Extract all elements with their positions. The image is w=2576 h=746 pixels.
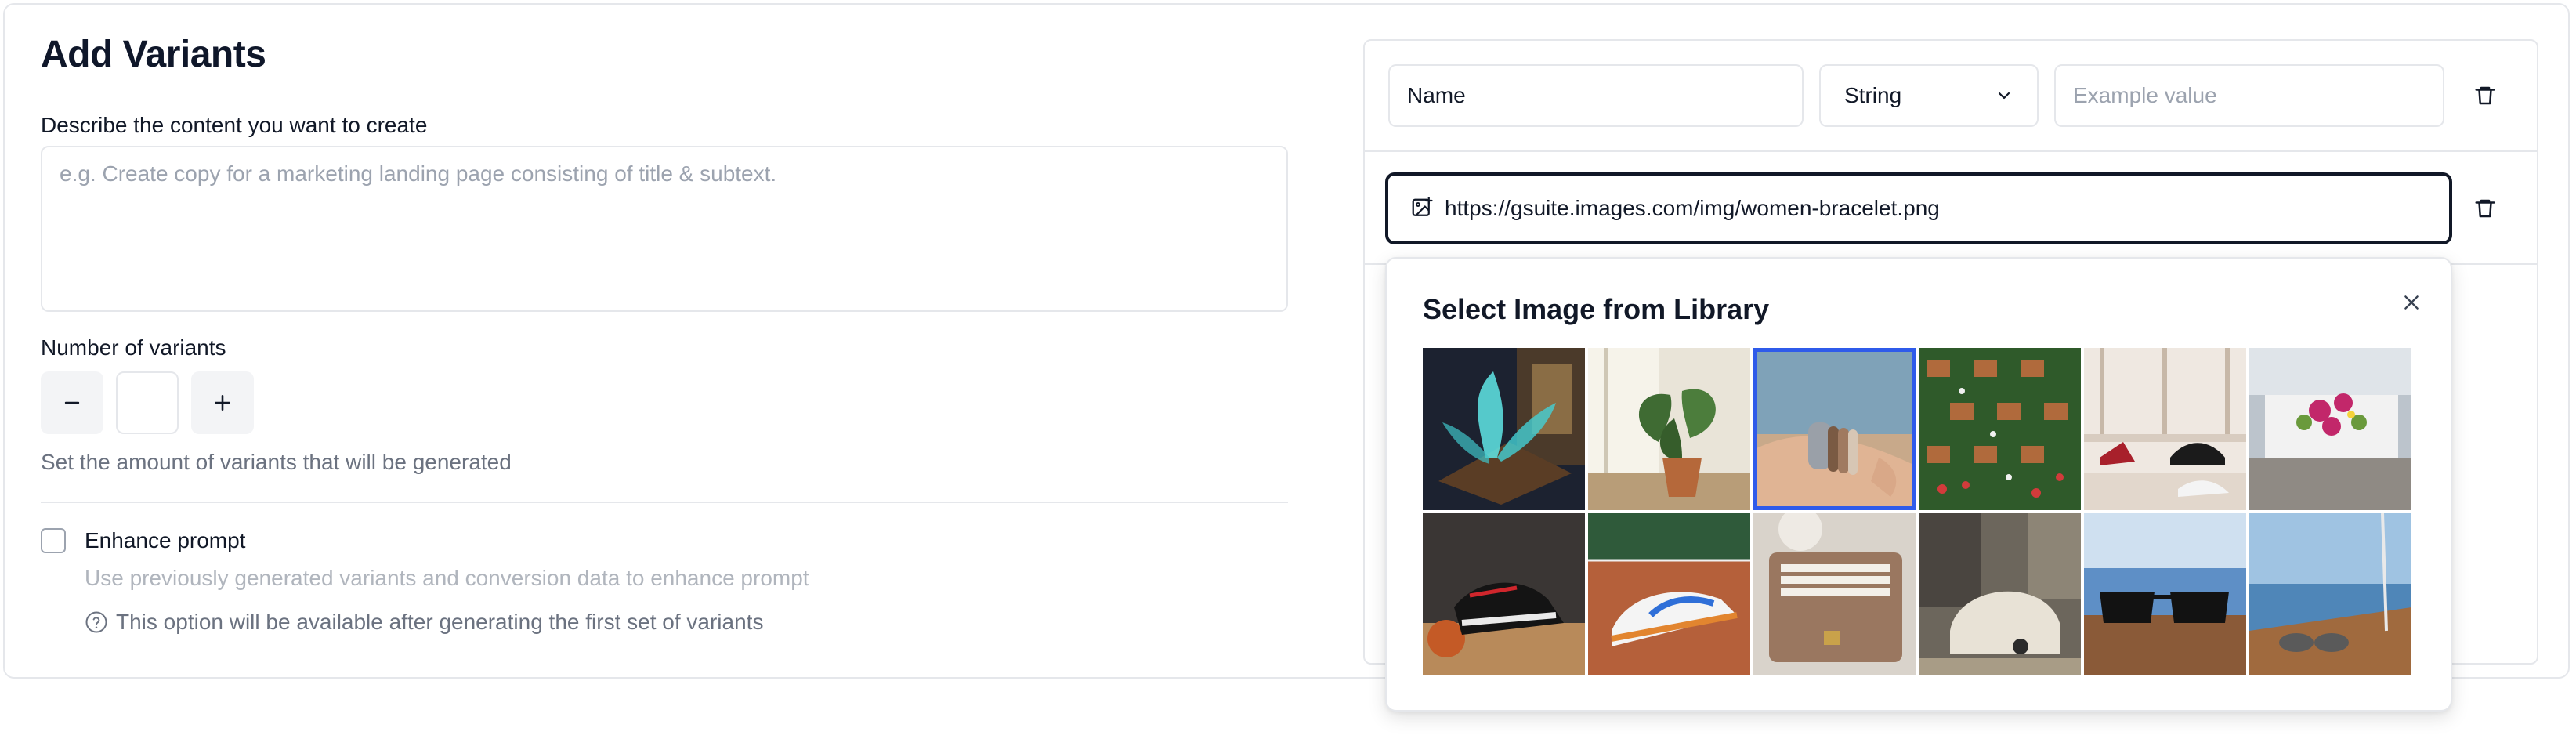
enhance-description: Use previously generated variants and co…: [85, 566, 809, 590]
library-image-bracelet[interactable]: [1753, 348, 1916, 510]
image-grid: [1423, 348, 2411, 675]
increment-button[interactable]: [191, 371, 254, 434]
variants-label: Number of variants: [41, 335, 226, 360]
variants-helper: Set the amount of variants that will be …: [41, 450, 512, 474]
variable-type-select[interactable]: String: [1819, 64, 2039, 127]
library-image-monstera[interactable]: [1588, 348, 1750, 510]
variants-count-input[interactable]: [116, 371, 179, 434]
describe-label: Describe the content you want to create: [41, 113, 428, 137]
library-image-flower-wall[interactable]: [1919, 348, 2081, 510]
page-title: Add Variants: [41, 34, 266, 75]
image-plus-icon: [1412, 197, 1433, 216]
variable-name-input[interactable]: Name: [1388, 64, 1804, 127]
describe-placeholder: e.g. Create copy for a marketing landing…: [60, 161, 777, 186]
enhance-checkbox[interactable]: [41, 528, 66, 553]
row-divider: [1365, 150, 2537, 152]
plus-icon: [215, 395, 230, 411]
image-library-title: Select Image from Library: [1423, 293, 1770, 325]
example-value-input[interactable]: Example value: [2054, 64, 2444, 127]
delete-image-row-button[interactable]: [2468, 191, 2502, 226]
delete-row-button[interactable]: [2468, 78, 2502, 113]
describe-textarea[interactable]: e.g. Create copy for a marketing landing…: [41, 146, 1288, 312]
decrement-button[interactable]: [41, 371, 103, 434]
enhance-note: This option will be available after gene…: [85, 610, 763, 635]
close-popover-button[interactable]: [2396, 287, 2427, 318]
image-url-input[interactable]: https://gsuite.images.com/img/women-brac…: [1385, 172, 2452, 244]
library-image-shoes-shelf[interactable]: [2084, 348, 2246, 510]
chevron-down-icon: [1998, 92, 2010, 100]
library-image-sunglasses-yacht[interactable]: [2249, 513, 2411, 675]
trash-icon: [2475, 86, 2495, 105]
library-image-wallet[interactable]: [1753, 513, 1916, 675]
library-image-basketball-sneakers[interactable]: [1423, 513, 1585, 675]
trash-icon: [2475, 199, 2495, 218]
library-image-living-room[interactable]: [1919, 513, 2081, 675]
minus-icon: [64, 401, 80, 404]
variable-type-value: String: [1844, 83, 1902, 107]
library-image-court-sneakers[interactable]: [1588, 513, 1750, 675]
help-circle-icon: [85, 611, 107, 633]
enhance-label: Enhance prompt: [85, 528, 246, 552]
library-image-planter-patio[interactable]: [2249, 348, 2411, 510]
image-library-popover: Select Image from Library: [1385, 257, 2452, 712]
library-image-glowing-plant[interactable]: [1423, 348, 1585, 510]
divider: [41, 502, 1288, 503]
library-image-sunglasses-deck[interactable]: [2084, 513, 2246, 675]
close-icon: [2404, 295, 2419, 310]
